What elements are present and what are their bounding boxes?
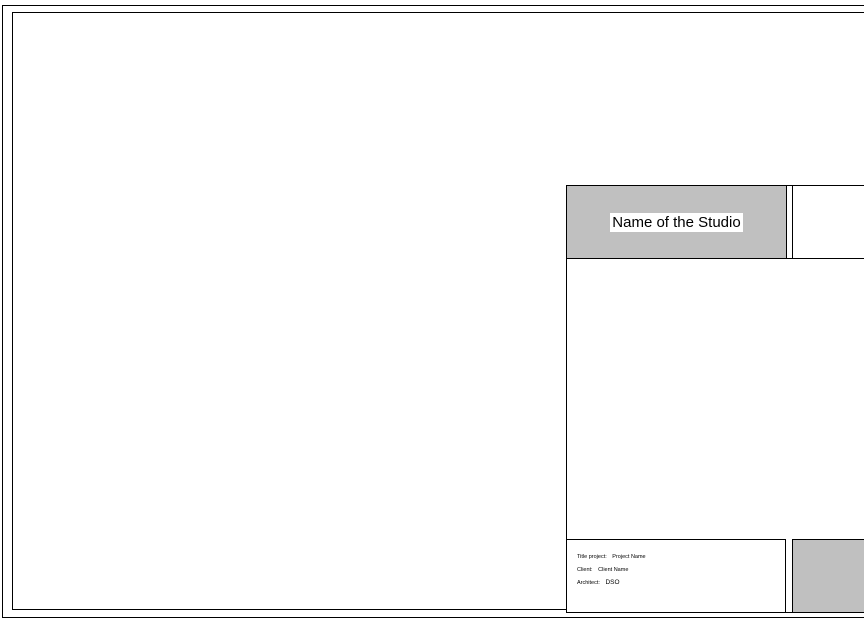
client-value: Client Name (598, 567, 629, 573)
logo-box (792, 185, 864, 259)
project-info-box: Title project: Project Name Client: Clie… (566, 539, 786, 613)
project-title-value: Project Name (612, 554, 646, 560)
client-label: Client: (577, 567, 593, 573)
architect-row: Architect: DSO (577, 579, 785, 586)
studio-name-box: Name of the Studio (566, 185, 787, 259)
client-row: Client: Client Name (577, 567, 785, 573)
architect-value: DSO (605, 579, 620, 586)
project-title-label: Title project: (577, 554, 607, 560)
studio-name: Name of the Studio (610, 212, 743, 232)
stamp-box (792, 539, 864, 613)
architect-label: Architect: (577, 580, 600, 586)
title-block-divider (566, 258, 864, 259)
project-title-row: Title project: Project Name (577, 554, 785, 560)
